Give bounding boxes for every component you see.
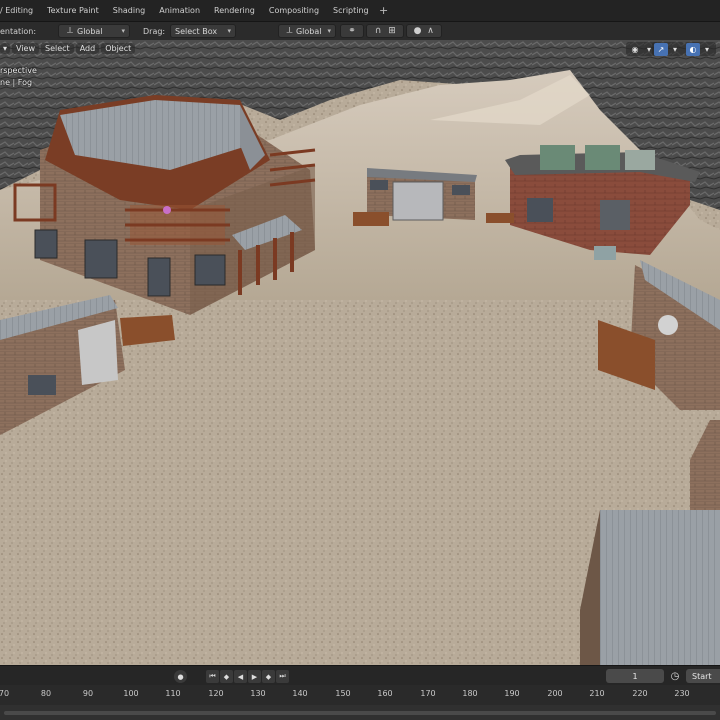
jump-start-icon[interactable]: ⏮ [206,670,219,683]
link-icon: ⚭ [348,26,356,36]
select-menu[interactable]: Select [41,43,74,54]
ruler-tick: 150 [335,689,351,698]
tool-header: entation: ⟂ Global ▾ Drag: Select Box ▾ … [0,22,720,40]
viewport-perspective-label: rspective [0,66,37,75]
gizmo-group: ↗ ▾ [652,42,684,56]
timeline-header: ● ⏮ ◆ ◀ ▶ ◆ ⏭ 1 ◷ Start [0,665,720,685]
snap-dropdown[interactable]: ∩ ⊞ [366,24,404,38]
ruler-tick: 230 [674,689,690,698]
orientation-label: entation: [0,26,37,36]
ruler-tick: 180 [462,689,478,698]
proportional-edit-icon: ● [413,26,422,36]
next-keyframe-icon[interactable]: ◆ [262,670,275,683]
ruler-tick: 80 [40,689,52,698]
viewport-menu-bar: ▾ View Select Add Object ◉ ▾ ↗ ▾ ◐ ▾ [0,40,720,57]
ruler-tick: 130 [250,689,266,698]
playback-controls: ⏮ ◆ ◀ ▶ ◆ ⏭ [206,670,290,683]
axes-icon: ⟂ [66,26,73,36]
chevron-down-icon[interactable]: ▾ [668,43,682,56]
ruler-tick: 120 [208,689,224,698]
jump-end-icon[interactable]: ⏭ [276,670,289,683]
scene-render [0,40,720,665]
snap-target-icon: ⊞ [388,26,396,36]
viewport-collection-label: ne | Fog [0,78,33,87]
tab-layout-editing[interactable]: / Editing [0,2,40,19]
proportional-edit-dropdown[interactable]: ● ∧ [406,24,442,38]
timeline-ruler[interactable]: 70 80 90 100 110 120 130 140 150 160 170… [0,685,720,705]
3d-viewport[interactable]: rspective ne | Fog [0,40,720,665]
ruler-tick: 170 [420,689,436,698]
ruler-tick: 160 [377,689,393,698]
tab-animation[interactable]: Animation [152,2,207,19]
ruler-tick: 210 [589,689,605,698]
add-workspace-icon[interactable]: + [376,2,392,19]
chevron-down-icon: ▾ [121,27,125,35]
tab-compositing[interactable]: Compositing [262,2,326,19]
record-icon[interactable]: ● [174,670,187,683]
axes-icon: ⟂ [286,26,293,36]
tab-shading[interactable]: Shading [106,2,153,19]
workspace-tab-bar: / Editing Texture Paint Shading Animatio… [0,0,720,22]
tab-texture-paint[interactable]: Texture Paint [40,2,106,19]
magnet-icon: ∩ [374,26,382,36]
ruler-tick: 90 [82,689,94,698]
overlays-icon[interactable]: ◐ [686,42,700,56]
tab-rendering[interactable]: Rendering [207,2,262,19]
ruler-tick: 200 [547,689,563,698]
overlay-group: ◐ ▾ [684,42,716,56]
pivot-dropdown[interactable]: ⚭ [340,24,364,38]
timeline-body[interactable] [0,705,720,720]
object-menu[interactable]: Object [101,43,136,54]
falloff-icon: ∧ [427,26,434,36]
start-frame-field[interactable]: Start [686,669,720,683]
chevron-down-icon: ▾ [327,27,331,35]
gizmo-toggle-icon[interactable]: ↗ [654,42,668,56]
current-frame-field[interactable]: 1 [606,669,664,683]
drag-label: Drag: [143,26,166,36]
prev-keyframe-icon[interactable]: ◆ [220,670,233,683]
play-icon[interactable]: ▶ [248,670,261,683]
ruler-tick: 190 [504,689,520,698]
orientation-value: Global [77,26,103,36]
add-menu[interactable]: Add [75,43,100,54]
clock-icon[interactable]: ◷ [668,669,682,683]
drag-dropdown[interactable]: Select Box ▾ [170,24,236,38]
timeline-scrollbar[interactable] [4,711,716,715]
play-reverse-icon[interactable]: ◀ [234,670,247,683]
transform-orientation-dropdown[interactable]: ⟂ Global ▾ [278,24,336,38]
ruler-tick: 110 [165,689,181,698]
ruler-tick: 70 [0,689,10,698]
view-menu[interactable]: View [12,43,39,54]
ruler-tick: 100 [123,689,139,698]
eye-icon[interactable]: ◉ [628,43,642,56]
orientation-dropdown[interactable]: ⟂ Global ▾ [58,24,130,38]
chevron-down-icon[interactable]: ▾ [700,43,714,56]
editor-type-chevron-icon[interactable]: ▾ [0,43,11,54]
tab-scripting[interactable]: Scripting [326,2,376,19]
transform-orientation-value: Global [295,26,322,36]
drag-value: Select Box [175,26,218,36]
ruler-tick: 140 [292,689,308,698]
middle-garage [353,168,477,226]
chevron-down-icon: ▾ [227,27,231,35]
ruler-tick: 220 [632,689,648,698]
